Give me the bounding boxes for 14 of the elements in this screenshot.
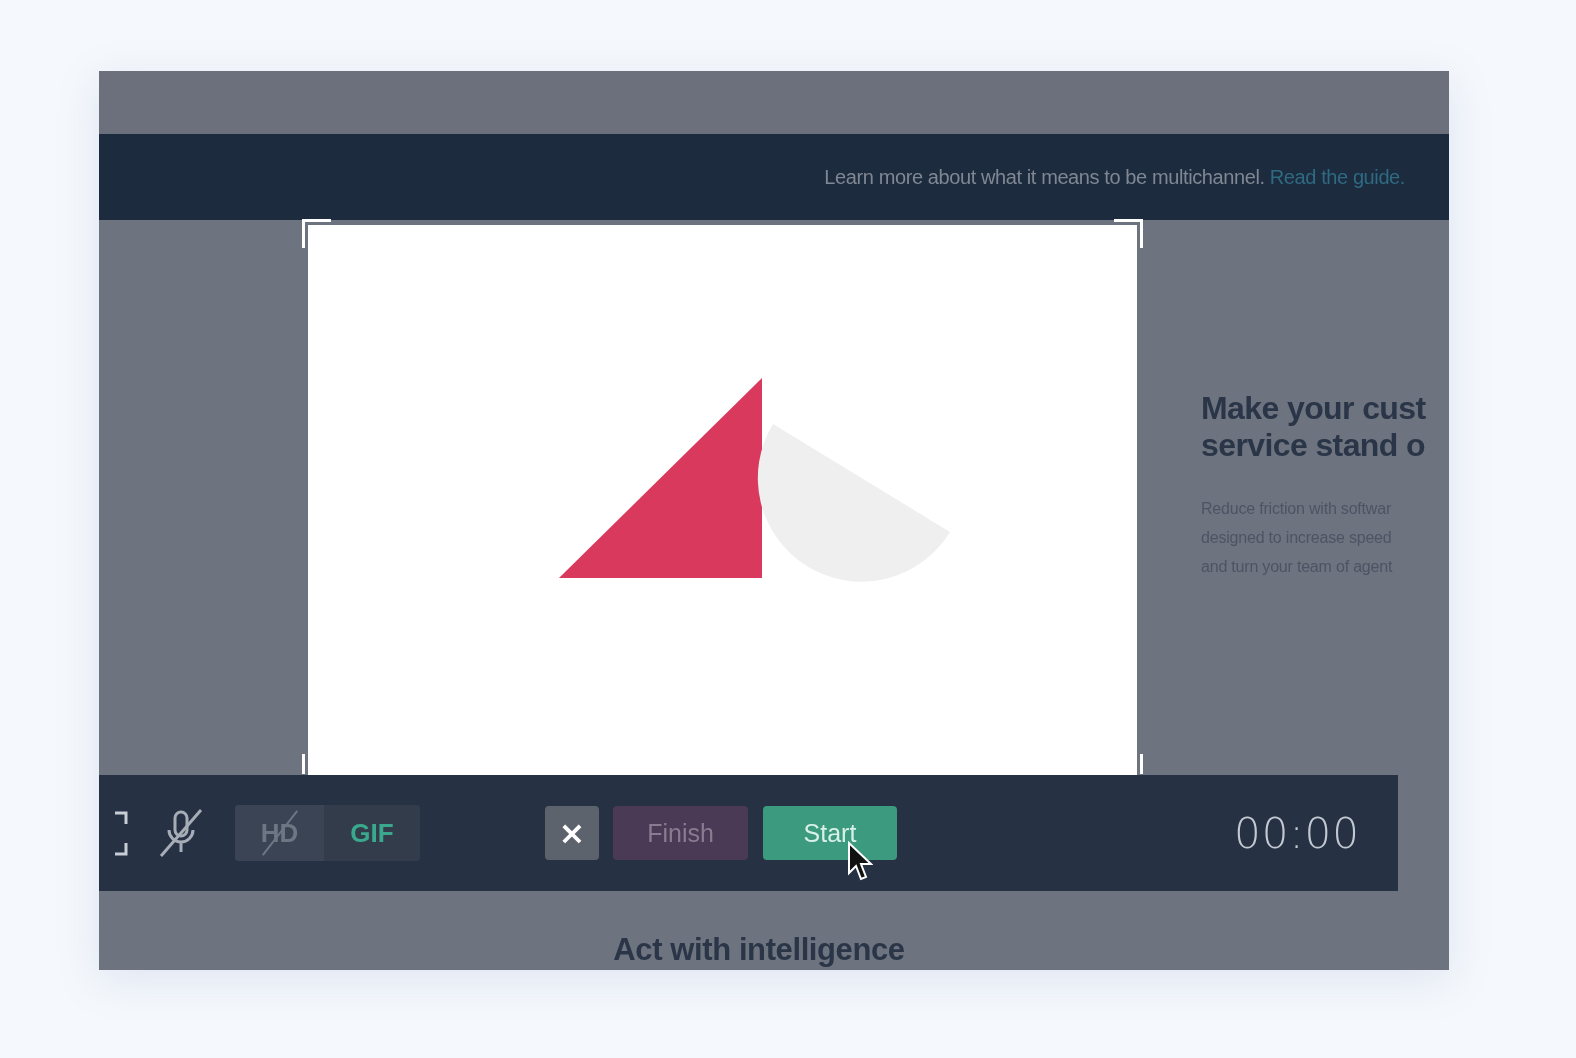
- start-button[interactable]: Start: [763, 806, 897, 860]
- microphone-muted-icon[interactable]: [157, 808, 205, 858]
- section-heading: Make your cust service stand o: [1201, 390, 1427, 464]
- guide-link[interactable]: Read the guide.: [1269, 165, 1405, 188]
- fullscreen-icon[interactable]: [113, 810, 129, 856]
- banner-text: Learn more about what it means to be multichannel. Read the guide.: [824, 165, 1405, 189]
- section-heading: Act with intelligence: [612, 932, 906, 968]
- resize-handle[interactable]: [1114, 219, 1143, 248]
- format-toggle[interactable]: GIF: [324, 805, 420, 861]
- timer: 00:00: [1233, 808, 1360, 858]
- capture-area[interactable]: [308, 225, 1137, 775]
- cursor-icon: [847, 841, 873, 883]
- close-button[interactable]: ×: [545, 806, 599, 860]
- resize-handle[interactable]: [302, 219, 331, 248]
